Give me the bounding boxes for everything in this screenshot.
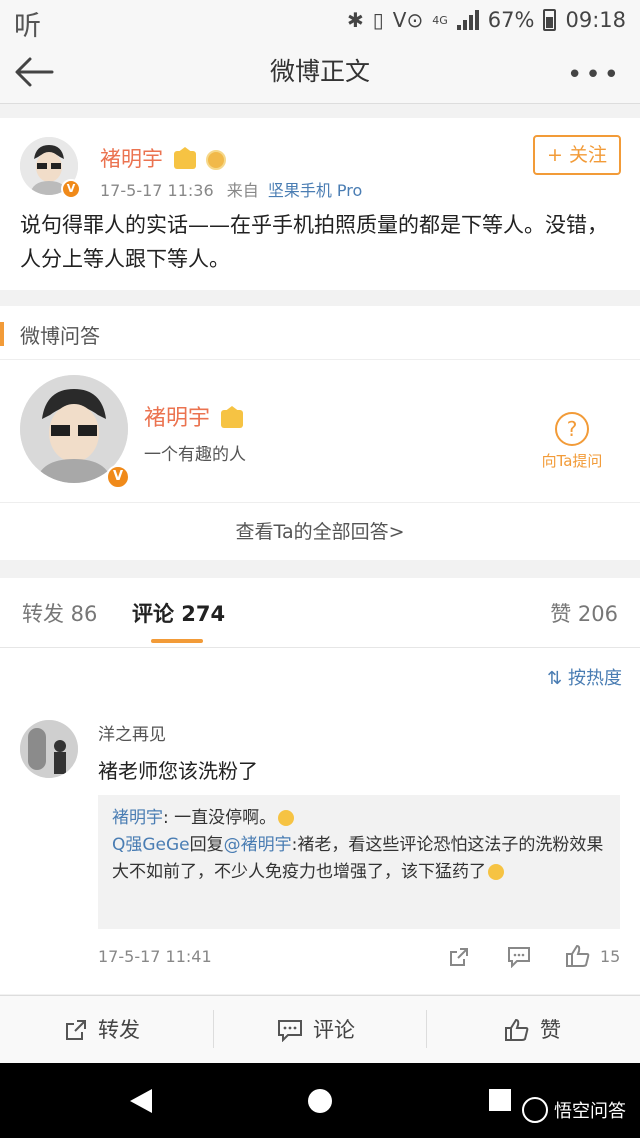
comment-label: 评论 [313,1018,355,1042]
signal-icon [456,10,479,30]
repost-icon [66,1020,86,1040]
action-divider [426,1010,427,1048]
tab-like[interactable]: 赞 206 [550,598,618,628]
comment-action-icon [278,1020,302,1042]
qa-verified-badge-icon: V [106,465,130,489]
network-type-icon: 4G [432,13,448,27]
like-label: 赞 [540,1018,561,1042]
qa-section-title: 微博问答 [20,324,100,348]
tab-comment[interactable]: 评论 274 [132,598,225,628]
battery-percent: 67% [487,8,535,32]
like-count: 15 [600,947,621,966]
ask-question-label: 向Ta提问 [541,452,603,470]
watermark: 悟空问答 [522,1097,626,1123]
post-author-text[interactable]: 褚明宇 [100,147,163,171]
qa-accent-bar [0,322,4,346]
repost-label: 转发 [98,1018,140,1042]
comment-username[interactable]: 洋之再见 [98,720,166,745]
verified-badge-icon: V [61,179,81,199]
more-menu-icon[interactable]: ••• [567,60,622,90]
post-source-prefix: 来自 [226,181,259,200]
sort-icon: ⇅ [547,668,563,689]
post-text: 说句得罪人的实话——在乎手机拍照质量的都是下等人。没错，人分上等人跟下等人。 [20,213,608,271]
reply-user[interactable]: 褚明宇 [112,808,163,828]
comment-text: 褚老师您该洗粉了 [98,759,258,783]
page-title: 微博正文 [269,57,370,86]
nav-home-icon[interactable] [306,1087,334,1115]
status-right: ✱ ▯ V⊙ 4G 67% 09:18 [347,0,626,40]
laugh-emoji-icon [278,810,295,826]
commenter-avatar[interactable] [20,720,78,778]
battery-icon [543,9,557,31]
like-action-icon [505,1018,529,1041]
post-time: 17-5-17 11:36 [100,181,214,200]
qa-vip-crown-icon [221,406,244,428]
status-bar: 听 ✱ ▯ V⊙ 4G 67% 09:18 [0,0,640,42]
vip-crown-icon [173,147,196,169]
comment-button[interactable]: 评论 [277,996,355,1064]
repost-button[interactable]: 转发 [64,996,140,1064]
nav-bar: 微博正文 ••• [0,40,640,104]
watermark-logo-icon [522,1097,548,1123]
medal-icon [206,150,227,170]
reply-item: Q强GeGe回复@褚明宇:褚老，看这些评论恐怕这法子的洗粉效果大不如前了，不少人… [112,832,606,886]
qa-bio: 一个有趣的人 [144,445,246,465]
comment-icon[interactable] [507,946,531,968]
reply-target[interactable]: @褚明宇 [224,835,292,855]
sort-button[interactable]: ⇅ 按热度 [547,664,622,690]
qa-name[interactable]: 褚明宇 [144,400,244,432]
post-author-name[interactable]: 褚明宇 [100,143,227,173]
question-icon: ? [555,412,589,446]
clock: 09:18 [565,8,626,32]
back-arrow-icon[interactable] [14,54,54,90]
active-tab-indicator [151,639,203,643]
volte-icon: V⊙ [392,8,424,32]
bluetooth-icon: ✱ [347,8,364,32]
watermark-text: 悟空问答 [554,1101,626,1122]
qa-header: 微博问答 [0,306,640,360]
reply-text: : 一直没停啊。 [163,808,277,828]
reply-thread[interactable]: 褚明宇: 一直没停啊。 Q强GeGe回复@褚明宇:褚老，看这些评论恐怕这法子的洗… [98,795,620,929]
follow-button[interactable]: + 关注 [533,135,621,175]
reply-user[interactable]: Q强GeGe [112,835,190,855]
like-icon[interactable] [565,944,591,968]
nav-back-icon[interactable] [128,1087,154,1115]
comment-time: 17-5-17 11:41 [98,947,212,966]
tab-bar: 转发 86 评论 274 赞 206 [0,578,640,648]
vibrate-icon: ▯ [372,8,384,32]
laugh-emoji-icon [488,864,504,880]
sort-label: 按热度 [568,668,622,689]
share-icon[interactable] [448,946,470,968]
reply-verb: 回复 [189,835,224,855]
post-source[interactable]: 坚果手机 Pro [268,181,362,200]
like-button[interactable]: 赞 [504,996,561,1064]
action-bar: 转发 评论 赞 [0,995,640,1063]
tab-repost[interactable]: 转发 86 [22,598,97,628]
qa-name-text[interactable]: 褚明宇 [144,406,210,431]
action-divider [213,1010,214,1048]
post-meta: 17-5-17 11:36 来自 坚果手机 Pro [100,177,362,201]
ask-question-button[interactable]: ? 向Ta提问 [536,412,608,471]
view-all-answers-link[interactable]: 查看Ta的全部回答> [0,502,640,560]
reply-item: 褚明宇: 一直没停啊。 [112,805,606,832]
status-app-icon: 听 [14,11,41,42]
nav-recents-icon[interactable] [488,1088,512,1112]
